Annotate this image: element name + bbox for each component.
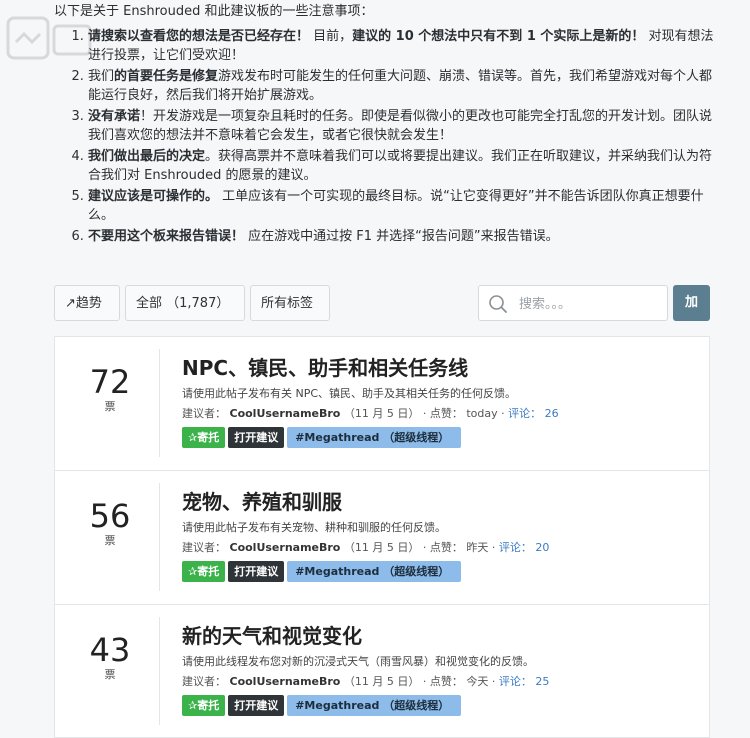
sort-label: ↗趋势 <box>65 296 102 311</box>
pinned-tag[interactable]: ✰寄托 <box>182 427 226 448</box>
suggestion-list: 72 票 NPC、镇民、助手和相关任务线 请使用此帖子发布有关 NPC、镇民、助… <box>54 336 710 738</box>
tag-label: 寄托 <box>197 431 220 444</box>
card-meta: 建议者： CoolUsernameBro （11 月 5 日） · 点赞： 昨天… <box>182 541 692 555</box>
note-bold: 建议的 10 个想法中只有不到 1 个实际上是新的！ <box>352 29 645 44</box>
megathread-tag[interactable]: #Megathread （超级线程） <box>287 427 462 448</box>
note-text: 应在游戏中通过按 F1 并选择“报告问题”来报告错误。 <box>244 229 559 244</box>
open-tag[interactable]: 打开建议 <box>228 427 285 448</box>
card-description: 请使用此帖子发布有关宠物、耕种和驯服的任何反馈。 <box>182 521 446 534</box>
note-bold: 我们做出最后的决定 <box>88 149 206 164</box>
comments-link[interactable]: 评论： 26 <box>508 407 559 420</box>
comments-link[interactable]: 评论： 25 <box>499 675 550 688</box>
megathread-tag[interactable]: #Megathread （超级线程） <box>287 695 462 716</box>
note-bold: 不要用这个板来报告错误！ <box>88 229 245 244</box>
vote-label: 票 <box>104 534 116 547</box>
card-body: NPC、镇民、助手和相关任务线 请使用此帖子发布有关 NPC、镇民、助手及其相关… <box>182 355 692 449</box>
suggestion-card[interactable]: 43 票 新的天气和视觉变化 请使用此线程发布您对新的沉浸式天气（雨雪风暴）和视… <box>54 604 710 738</box>
vote-count: 56 <box>89 497 131 535</box>
post-date: （11 月 5 日） <box>343 407 420 420</box>
search-icon <box>489 295 507 313</box>
search-input[interactable] <box>517 292 661 316</box>
note-text: ！开发游戏是一项复杂且耗时的任务。即使是看似微小的更改也可能完全打乱您的开发计划… <box>88 109 713 143</box>
note-item: 不要用这个板来报告错误！ 应在游戏中通过按 F1 并选择“报告问题”来报告错误。 <box>88 227 714 246</box>
meta-prefix: 建议者： <box>182 541 226 554</box>
liked-time: · 点赞： 昨天 · <box>422 541 496 554</box>
note-bold: 的首要任务是修复 <box>114 69 219 84</box>
vote-box[interactable]: 72 票 <box>77 363 143 413</box>
card-meta: 建议者： CoolUsernameBro （11 月 5 日） · 点赞： 今天… <box>182 675 692 689</box>
card-tags: ✰寄托 打开建议 #Megathread （超级线程） <box>182 427 692 449</box>
liked-time: · 点赞： 今天 · <box>422 675 496 688</box>
note-item: 没有承诺！开发游戏是一项复杂且耗时的任务。即使是看似微小的更改也可能完全打乱您的… <box>88 107 714 145</box>
card-body: 新的天气和视觉变化 请使用此线程发布您对新的沉浸式天气（雨雪风暴）和视觉变化的反… <box>182 623 692 717</box>
tag-label: 寄托 <box>197 565 220 578</box>
vote-box[interactable]: 43 票 <box>77 631 143 681</box>
card-title[interactable]: 新的天气和视觉变化 <box>182 623 692 649</box>
author-name[interactable]: CoolUsernameBro <box>230 407 341 420</box>
divider <box>159 483 160 591</box>
comments-link[interactable]: 评论： 20 <box>499 541 550 554</box>
note-bold: 请搜索以查看您的想法是否已经存在！ <box>88 29 310 44</box>
sort-dropdown[interactable]: ↗趋势▼ <box>54 285 120 345</box>
megathread-tag[interactable]: #Megathread （超级线程） <box>287 561 462 582</box>
note-item: 建议应该是可操作的。 工单应该有一个可实现的最终目标。说“让它变得更好”并不能告… <box>88 187 714 225</box>
tags-dropdown[interactable]: 所有标签▼ <box>250 285 330 345</box>
tags-label: 所有标签 <box>261 296 314 311</box>
filter-dropdown[interactable]: 全部 （1,787）▼ <box>125 285 245 345</box>
meta-prefix: 建议者： <box>182 675 226 688</box>
author-name[interactable]: CoolUsernameBro <box>230 675 341 688</box>
pinned-tag[interactable]: ✰寄托 <box>182 561 226 582</box>
divider <box>159 349 160 457</box>
vote-count: 43 <box>89 631 131 669</box>
note-bold: 没有承诺 <box>88 109 141 124</box>
notes-heading: 以下是关于 Enshrouded 和此建议板的一些注意事项： <box>54 4 374 19</box>
vote-count: 72 <box>89 363 131 401</box>
author-name[interactable]: CoolUsernameBro <box>230 541 341 554</box>
toolbar: ↗趋势▼ 全部 （1,787）▼ 所有标签▼ 加 <box>54 285 710 345</box>
card-body: 宠物、养殖和驯服 请使用此帖子发布有关宠物、耕种和驯服的任何反馈。 建议者： C… <box>182 489 692 583</box>
suggestion-card[interactable]: 72 票 NPC、镇民、助手和相关任务线 请使用此帖子发布有关 NPC、镇民、助… <box>54 336 710 470</box>
card-tags: ✰寄托 打开建议 #Megathread （超级线程） <box>182 695 692 717</box>
card-tags: ✰寄托 打开建议 #Megathread （超级线程） <box>182 561 692 583</box>
note-bold: 建议应该是可操作的。 <box>88 189 219 204</box>
card-title[interactable]: 宠物、养殖和驯服 <box>182 489 692 515</box>
filter-label: 全部 （1,787） <box>136 296 230 311</box>
notes-section: 以下是关于 Enshrouded 和此建议板的一些注意事项： 请搜索以查看您的想… <box>54 2 714 248</box>
pin-icon: ✰ <box>188 565 198 578</box>
vote-label: 票 <box>104 668 116 681</box>
suggestion-card[interactable]: 56 票 宠物、养殖和驯服 请使用此帖子发布有关宠物、耕种和驯服的任何反馈。 建… <box>54 470 710 604</box>
search-box[interactable] <box>478 285 668 321</box>
card-description: 请使用此帖子发布有关 NPC、镇民、助手及其相关任务的任何反馈。 <box>182 387 517 400</box>
liked-time: · 点赞： today · <box>422 407 505 420</box>
note-text: 我们 <box>88 69 115 84</box>
pin-icon: ✰ <box>188 431 198 444</box>
add-button[interactable]: 加 <box>673 285 710 321</box>
open-tag[interactable]: 打开建议 <box>228 695 285 716</box>
vote-box[interactable]: 56 票 <box>77 497 143 547</box>
pinned-tag[interactable]: ✰寄托 <box>182 695 226 716</box>
note-text: 目前， <box>309 29 353 44</box>
pin-icon: ✰ <box>188 699 198 712</box>
note-item: 我们的首要任务是修复游戏发布时可能发生的任何重大问题、崩溃、错误等。首先，我们希… <box>88 67 714 105</box>
open-tag[interactable]: 打开建议 <box>228 561 285 582</box>
card-description: 请使用此线程发布您对新的沉浸式天气（雨雪风暴）和视觉变化的反馈。 <box>182 655 534 668</box>
card-title[interactable]: NPC、镇民、助手和相关任务线 <box>182 355 692 381</box>
divider <box>159 617 160 725</box>
card-meta: 建议者： CoolUsernameBro （11 月 5 日） · 点赞： to… <box>182 407 692 421</box>
vote-label: 票 <box>104 400 116 413</box>
meta-prefix: 建议者： <box>182 407 226 420</box>
note-item: 请搜索以查看您的想法是否已经存在！ 目前，建议的 10 个想法中只有不到 1 个… <box>88 27 714 65</box>
notes-list: 请搜索以查看您的想法是否已经存在！ 目前，建议的 10 个想法中只有不到 1 个… <box>54 27 714 246</box>
tag-label: 寄托 <box>197 699 220 712</box>
note-item: 我们做出最后的决定。获得高票并不意味着我们可以或将要提出建议。我们正在听取建议，… <box>88 147 714 185</box>
post-date: （11 月 5 日） <box>343 541 420 554</box>
post-date: （11 月 5 日） <box>343 675 420 688</box>
